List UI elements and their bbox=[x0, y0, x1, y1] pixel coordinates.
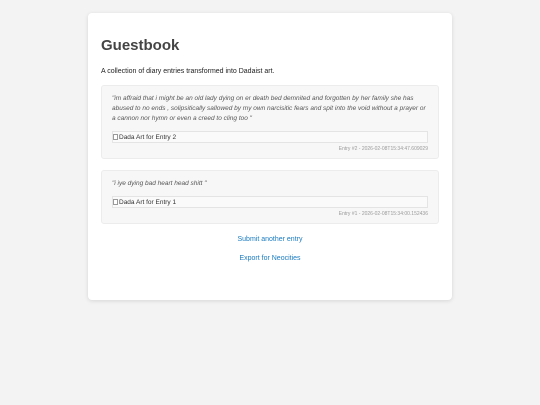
submit-entry-link[interactable]: Submit another entry bbox=[101, 235, 439, 245]
entry-card: "i iye dying bad heart head shitt " Dada… bbox=[101, 170, 439, 224]
broken-image-icon bbox=[113, 134, 118, 140]
entry-image: Dada Art for Entry 1 bbox=[112, 196, 428, 208]
entry-text: "i iye dying bad heart head shitt " bbox=[112, 180, 207, 187]
entry-card: "im affraid that i might be an old lady … bbox=[101, 85, 439, 159]
entry-list: "im affraid that i might be an old lady … bbox=[101, 85, 439, 224]
entry-image-alt: Dada Art for Entry 2 bbox=[119, 133, 177, 141]
guestbook-card: Guestbook A collection of diary entries … bbox=[88, 13, 452, 300]
page-title: Guestbook bbox=[101, 37, 180, 54]
broken-image-icon bbox=[113, 199, 118, 205]
entry-image: Dada Art for Entry 2 bbox=[112, 131, 428, 143]
footer-links: Submit another entry Export for Neocitie… bbox=[101, 235, 439, 264]
entry-text: "im affraid that i might be an old lady … bbox=[112, 95, 426, 122]
entry-meta: Entry #1 - 2026-02-08T15:34:00.152436 bbox=[338, 211, 428, 217]
entry-meta: Entry #2 - 2026-02-08T15:34:47.609029 bbox=[338, 146, 428, 152]
entry-image-alt: Dada Art for Entry 1 bbox=[119, 198, 177, 206]
page-subtitle: A collection of diary entries transforme… bbox=[101, 68, 275, 75]
export-neocities-link[interactable]: Export for Neocities bbox=[101, 254, 439, 264]
